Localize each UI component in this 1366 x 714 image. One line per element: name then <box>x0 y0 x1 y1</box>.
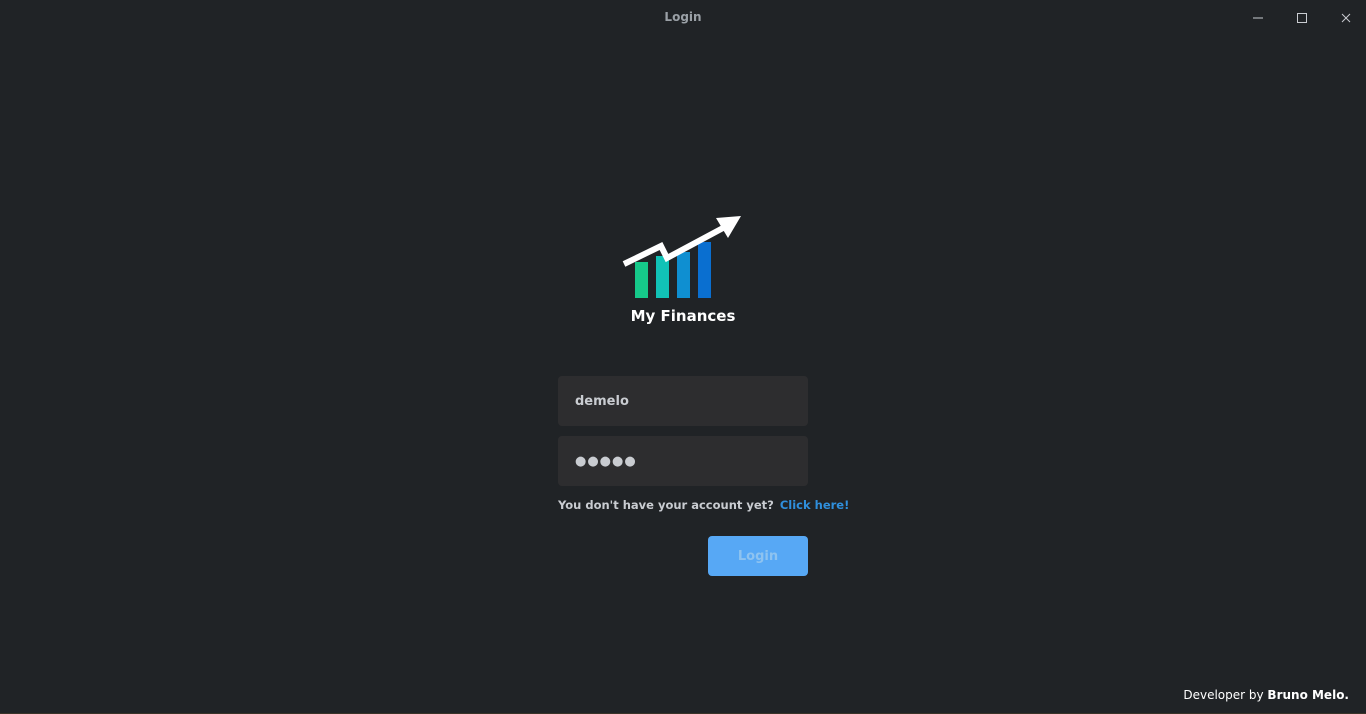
signup-prompt: You don't have your account yet? <box>558 498 774 512</box>
logo-bar-4 <box>698 242 711 298</box>
password-field[interactable]: ●●●●● <box>558 436 808 486</box>
signup-link[interactable]: Click here! <box>780 498 850 512</box>
password-value: ●●●●● <box>575 453 637 469</box>
app-name: My Finances <box>630 307 736 325</box>
logo-bar-1 <box>635 262 648 298</box>
developer-name: Bruno Melo. <box>1267 688 1349 702</box>
maximize-button[interactable] <box>1290 8 1314 28</box>
signup-row: You don't have your account yet? Click h… <box>558 497 849 513</box>
window-title: Login <box>664 10 702 24</box>
logo-bar-3 <box>677 252 690 298</box>
developer-credit: Developer by Bruno Melo. <box>1183 688 1349 702</box>
maximize-icon <box>1297 13 1307 23</box>
logo-bar-2 <box>656 256 669 298</box>
minimize-button[interactable] <box>1246 8 1270 28</box>
finance-chart-logo <box>622 216 741 298</box>
login-window: Login My Finances demelo ●●●●● You don't… <box>0 0 1366 714</box>
username-value: demelo <box>575 393 629 409</box>
developer-prefix: Developer by <box>1183 688 1264 702</box>
close-button[interactable] <box>1334 8 1358 28</box>
username-field[interactable]: demelo <box>558 376 808 426</box>
login-button[interactable]: Login <box>708 536 808 576</box>
title-bar: Login <box>0 0 1366 36</box>
close-icon <box>1341 13 1351 23</box>
minimize-icon <box>1253 17 1263 19</box>
